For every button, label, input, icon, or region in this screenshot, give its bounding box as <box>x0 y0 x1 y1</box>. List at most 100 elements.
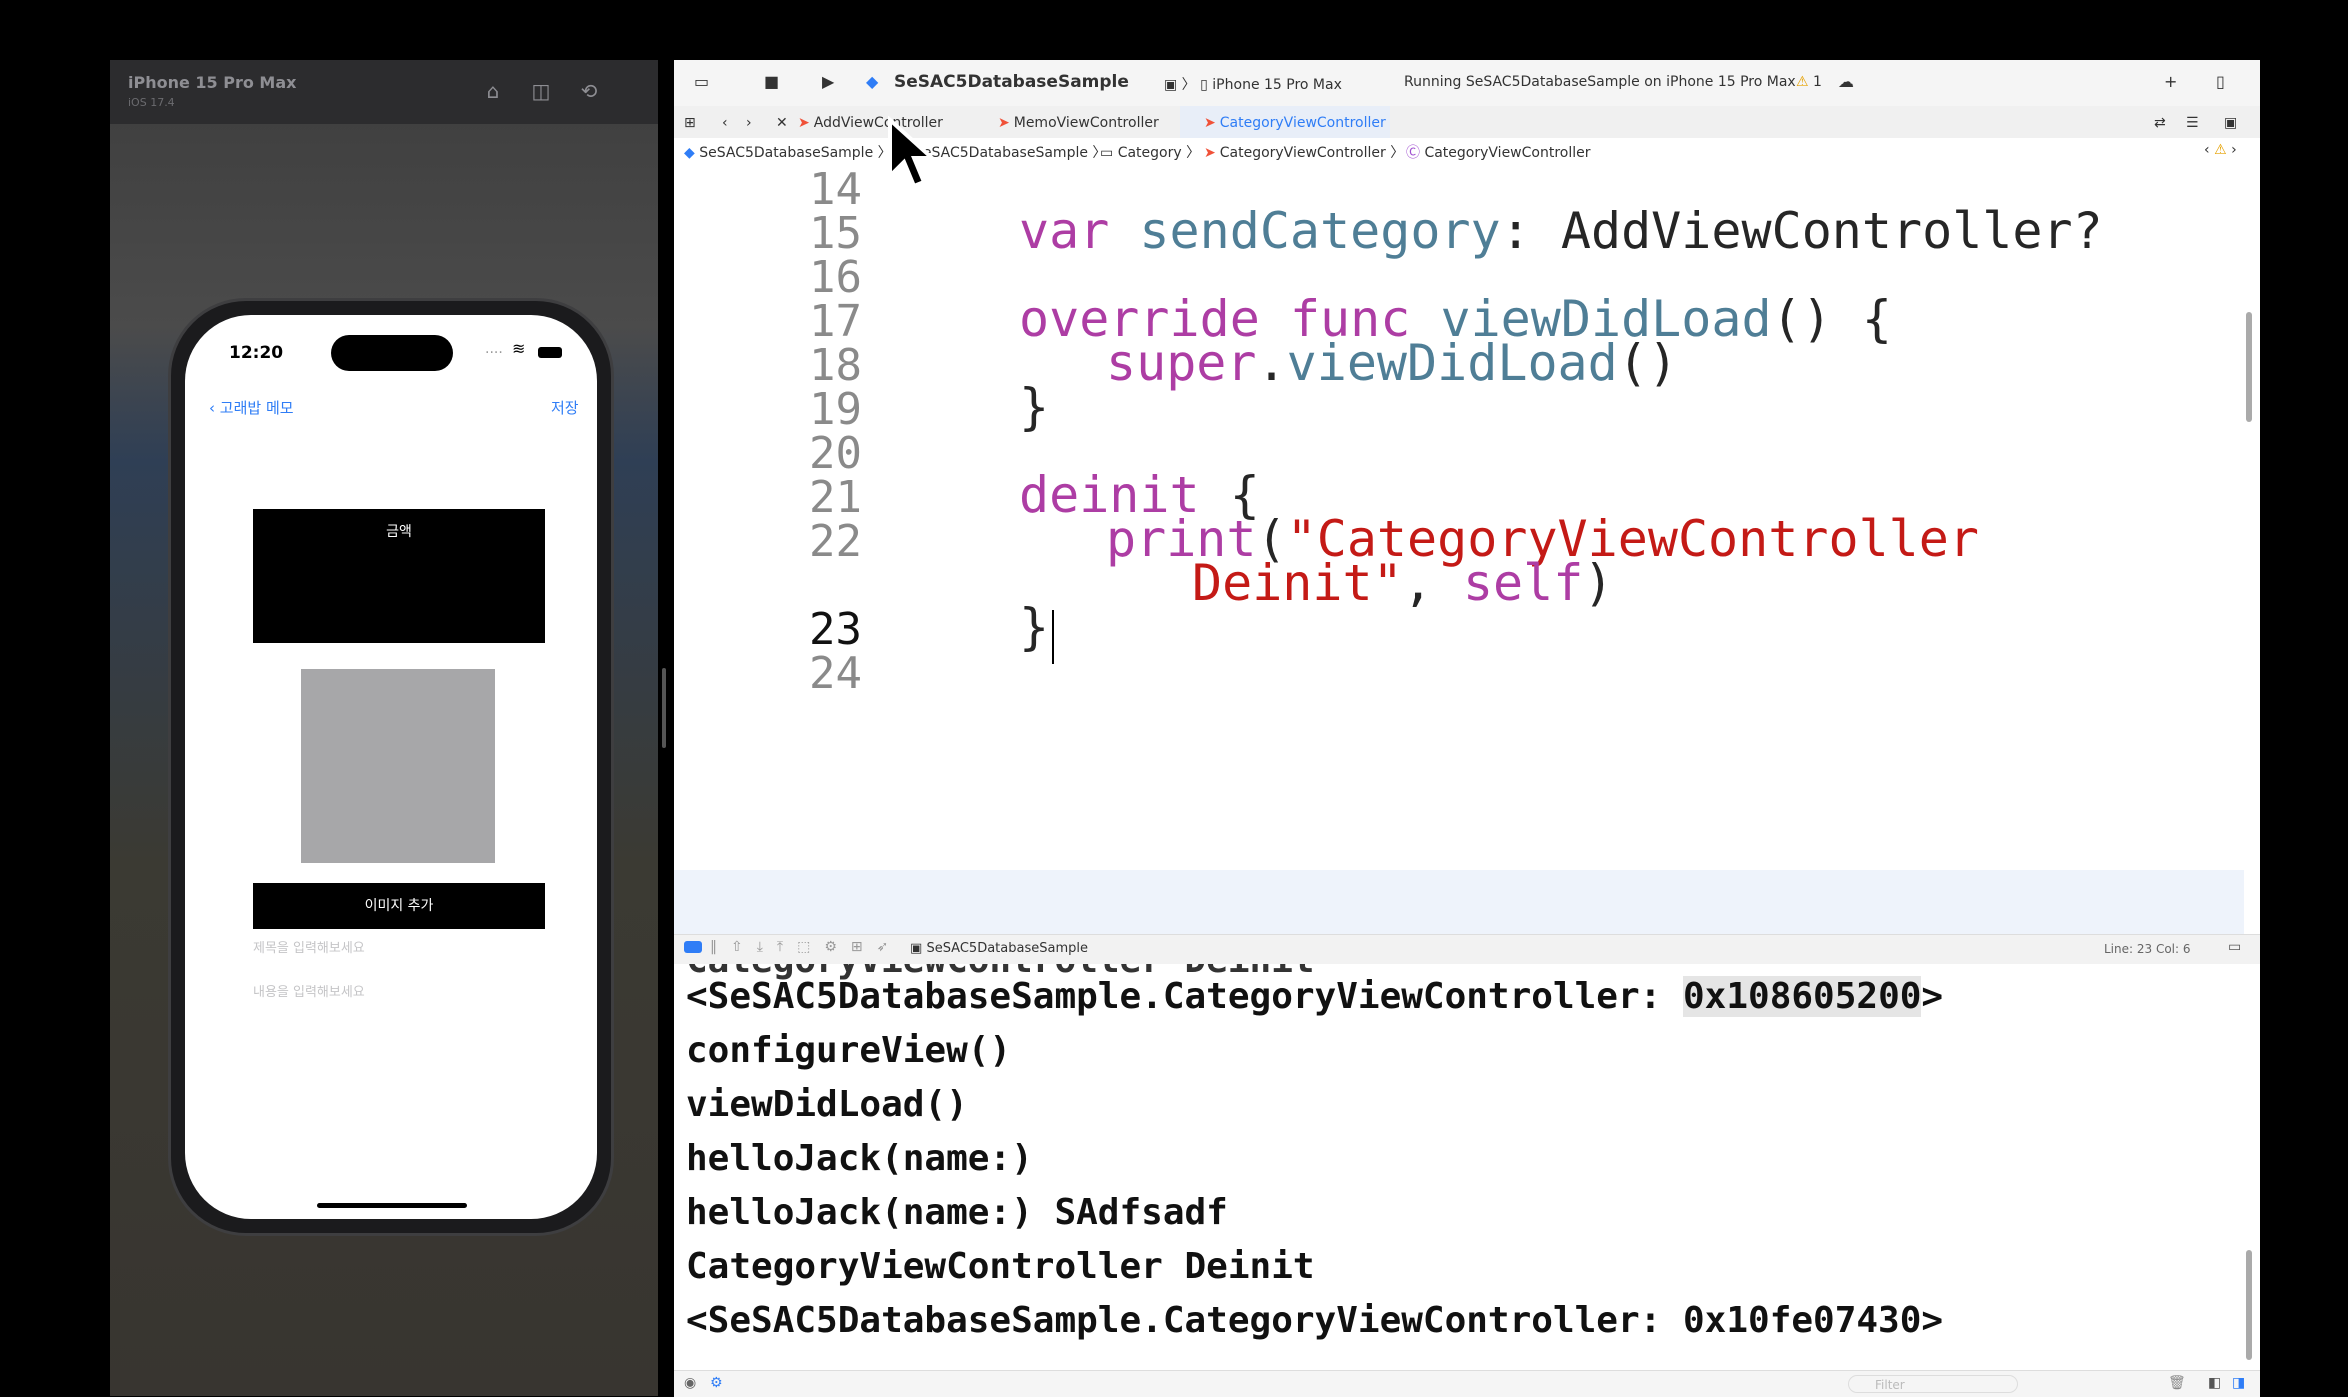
code-line: Deinit", self) <box>1192 554 1614 612</box>
home-indicator <box>317 1203 467 1208</box>
tab-memo-view-controller[interactable]: ➤ MemoViewController <box>998 115 1159 131</box>
console-line: CategoryViewController Deinit <box>686 1246 1315 1287</box>
title-input[interactable]: 제목을 입력해보세요 <box>253 937 365 956</box>
console-output[interactable]: CategoryViewController Deinit <SeSAC5Dat… <box>674 964 2260 1370</box>
simulator-titlebar: iPhone 15 Pro Max iOS 17.4 ⌂ ◫ ⟲ <box>110 60 658 124</box>
hide-panel-icon[interactable]: ▭ <box>2228 939 2241 955</box>
warning-badge[interactable]: ⚠ 1 <box>1796 74 1822 90</box>
warning-count: 1 <box>1813 74 1822 90</box>
split-left-icon[interactable]: ◧ <box>2208 1375 2221 1391</box>
variables-icon[interactable]: ⚙ <box>710 1375 723 1391</box>
breadcrumb-project[interactable]: ◆ SeSAC5DatabaseSample 〉 <box>684 142 892 162</box>
console-line: <SeSAC5DatabaseSample.CategoryViewContro… <box>686 1300 1944 1341</box>
breadcrumb-folder[interactable]: SeSAC5DatabaseSample 〉 <box>914 142 1106 162</box>
console-line: helloJack(name:) SAdfsadf <box>686 1192 1228 1233</box>
breadcrumb-label: CategoryViewController <box>1219 145 1386 161</box>
destination-selector[interactable]: ▣ 〉 ▯ iPhone 15 Pro Max <box>1164 74 1342 94</box>
black-field-2[interactable] <box>253 553 545 599</box>
add-image-button[interactable]: 이미지 추가 <box>253 883 545 929</box>
back-button-label: 고래밥 메모 <box>219 399 294 417</box>
tab-label: MemoViewController <box>1013 115 1159 131</box>
line-number: 22 <box>809 516 862 567</box>
activity-status: Running SeSAC5DatabaseSample on iPhone 1… <box>1404 74 1796 90</box>
breadcrumb-label: Category <box>1117 145 1182 161</box>
debug-toolbar: ‖⇧⤓⤒⬚⚙⊞➶ ▣ SeSAC5DatabaseSample Line: 23… <box>674 934 2260 966</box>
line-number: 24 <box>809 648 862 699</box>
image-placeholder <box>301 669 495 863</box>
grid-icon[interactable]: ⊞ <box>684 115 696 131</box>
app-icon: ◆ <box>866 72 879 91</box>
trash-icon[interactable]: 🗑 <box>2168 1375 2186 1391</box>
inspector-toggle-icon[interactable]: ▯ <box>2216 72 2225 91</box>
split-right-icon[interactable]: ◨ <box>2232 1375 2245 1391</box>
simulator-window: iPhone 15 Pro Max iOS 17.4 ⌂ ◫ ⟲ 12:20 .… <box>110 60 658 1396</box>
breadcrumb-symbol[interactable]: Ⓒ CategoryViewController <box>1406 142 1591 162</box>
iphone-frame: 12:20 .... ≋ ‹ 고래밥 메모 저장 금액 이미지 추가 제목을 입… <box>168 298 614 1236</box>
cloud-icon: ☁ <box>1838 72 1854 91</box>
back-nav-icon[interactable]: ‹ <box>722 115 728 131</box>
swap-icon[interactable]: ⇄ <box>2154 115 2166 131</box>
home-icon[interactable]: ⌂ <box>480 78 506 104</box>
breadcrumb-file[interactable]: ➤ CategoryViewController 〉 <box>1204 142 1404 162</box>
dynamic-island <box>331 335 453 371</box>
amount-button[interactable]: 금액 <box>253 509 545 555</box>
app-icon: ▣ <box>910 941 923 956</box>
editor-scrollbar[interactable] <box>2246 312 2252 422</box>
simulator-device-name: iPhone 15 Pro Max <box>128 73 297 92</box>
code-line: super.viewDidLoad() <box>1106 334 1678 392</box>
cursor-position: Line: 23 Col: 6 <box>2104 942 2191 956</box>
folder-icon: ▭ <box>1100 145 1114 161</box>
class-icon: Ⓒ <box>1406 145 1420 161</box>
sidebar-toggle-icon[interactable]: ▭ <box>694 72 709 91</box>
debug-target-label: SeSAC5DatabaseSample <box>926 941 1088 956</box>
forward-nav-icon[interactable]: › <box>746 115 752 131</box>
screenshot-icon[interactable]: ◫ <box>528 78 554 104</box>
issue-nav[interactable]: ‹ ⚠ › <box>2204 142 2237 158</box>
breadcrumb-label: CategoryViewController <box>1424 145 1591 161</box>
stop-icon[interactable]: ■ <box>764 72 779 91</box>
black-field-3[interactable] <box>253 597 545 643</box>
xcode-toolbar: ▭ ■ ▶ ◆ SeSAC5DatabaseSample ▣ 〉 ▯ iPhon… <box>674 60 2260 107</box>
warning-icon: ⚠ <box>1796 74 1809 90</box>
mouse-pointer-icon <box>888 116 938 189</box>
console-line: <SeSAC5DatabaseSample.CategoryViewContro… <box>686 976 1944 1017</box>
battery-icon <box>538 347 562 358</box>
back-button[interactable]: ‹ 고래밥 메모 <box>209 397 294 418</box>
code-line: } <box>1019 598 1050 656</box>
split-divider[interactable] <box>662 668 666 748</box>
run-icon[interactable]: ▶ <box>822 72 834 91</box>
swift-icon: ➤ <box>798 115 810 131</box>
save-button[interactable]: 저장 <box>551 397 579 418</box>
breadcrumb-label: SeSAC5DatabaseSample <box>914 145 1088 161</box>
debug-controls-icon[interactable]: ‖⇧⤓⤒⬚⚙⊞➶ <box>710 939 902 955</box>
add-icon[interactable]: + <box>2164 72 2177 91</box>
close-tab-icon[interactable]: ✕ <box>776 115 788 131</box>
tab-category-view-controller[interactable]: ➤ CategoryViewController <box>1204 115 1386 131</box>
wifi-icon: ≋ <box>512 339 526 358</box>
debug-target[interactable]: ▣ SeSAC5DatabaseSample <box>910 941 1088 956</box>
simulator-os-version: iOS 17.4 <box>128 96 175 109</box>
tab-label: CategoryViewController <box>1219 115 1386 131</box>
console-bottom-bar: ◉ ⚙ Filter 🗑 ◧ ◨ <box>674 1370 2260 1397</box>
swift-icon: ➤ <box>998 115 1010 131</box>
minimap-icon[interactable]: ☰ <box>2186 115 2199 131</box>
console-toggle-icon[interactable] <box>684 941 702 953</box>
console-line: helloJack(name:) <box>686 1138 1033 1179</box>
scheme-name[interactable]: SeSAC5DatabaseSample <box>894 72 1129 92</box>
cellular-icon: .... <box>485 341 503 357</box>
swift-icon: ➤ <box>1204 145 1216 161</box>
filter-input[interactable]: Filter <box>1848 1375 2018 1393</box>
current-line-highlight <box>674 870 2244 934</box>
content-input[interactable]: 내용을 입력해보세요 <box>253 981 365 1000</box>
rotate-icon[interactable]: ⟲ <box>576 78 602 104</box>
canvas-icon[interactable]: ▣ <box>2224 115 2237 131</box>
warning-icon: ⚠ <box>2214 142 2227 158</box>
destination-label: iPhone 15 Pro Max <box>1212 77 1342 93</box>
code-editor[interactable]: 14 15 16 17 18 19 20 21 22 23 24 var sen… <box>674 164 2260 990</box>
console-scrollbar[interactable] <box>2246 1250 2252 1360</box>
eye-icon[interactable]: ◉ <box>684 1375 696 1391</box>
code-line: } <box>1019 378 1050 436</box>
breadcrumb-group[interactable]: ▭ Category 〉 <box>1100 142 1200 162</box>
console-line: viewDidLoad() <box>686 1084 968 1125</box>
xcode-window: ▭ ■ ▶ ◆ SeSAC5DatabaseSample ▣ 〉 ▯ iPhon… <box>674 60 2260 1397</box>
